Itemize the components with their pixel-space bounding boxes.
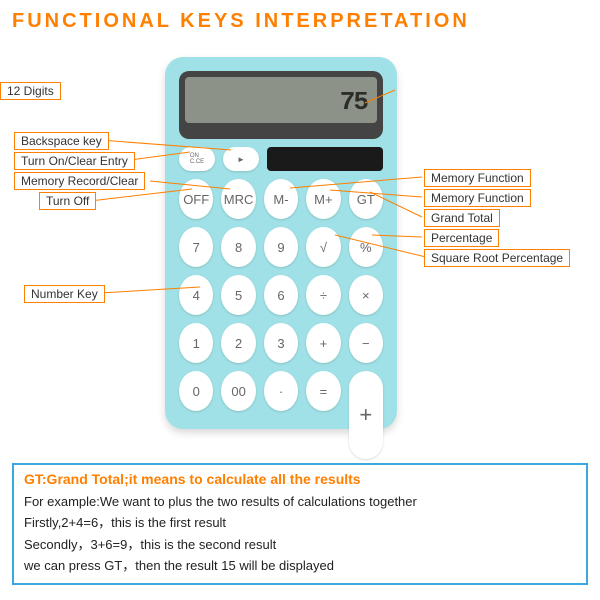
minus-key[interactable]: − — [349, 323, 383, 363]
gt-key[interactable]: GT — [349, 179, 383, 219]
display: 75 — [185, 77, 377, 123]
sqrt-key[interactable]: √ — [306, 227, 340, 267]
divide-key[interactable]: ÷ — [306, 275, 340, 315]
info-l1: For example:We want to plus the two resu… — [24, 491, 576, 512]
num-3[interactable]: 3 — [264, 323, 298, 363]
label-mrc: Memory Record/Clear — [14, 172, 145, 190]
label-mem1: Memory Function — [424, 169, 531, 187]
info-l4: we can press GT，then the result 15 will … — [24, 555, 576, 576]
num-4[interactable]: 4 — [179, 275, 213, 315]
label-off: Turn Off — [39, 192, 96, 210]
num-2[interactable]: 2 — [221, 323, 255, 363]
page-title: FUNCTIONAL KEYS INTERPRETATION — [0, 0, 600, 37]
label-numkey: Number Key — [24, 285, 105, 303]
plus-large-key[interactable]: + — [349, 371, 383, 459]
num-1[interactable]: 1 — [179, 323, 213, 363]
diagram-stage: 75 ON C.CE ► OFF MRC M- M+ GT 7 8 9 √ % … — [0, 37, 600, 457]
num-6[interactable]: 6 — [264, 275, 298, 315]
num-00[interactable]: 00 — [221, 371, 255, 411]
num-7[interactable]: 7 — [179, 227, 213, 267]
label-digits: 12 Digits — [0, 82, 61, 100]
label-onclear: Turn On/Clear Entry — [14, 152, 135, 170]
num-8[interactable]: 8 — [221, 227, 255, 267]
label-mem2: Memory Function — [424, 189, 531, 207]
multiply-key[interactable]: × — [349, 275, 383, 315]
equals-key[interactable]: = — [306, 371, 340, 411]
off-key[interactable]: OFF — [179, 179, 213, 219]
plus-key[interactable]: + — [306, 323, 340, 363]
label-pct: Percentage — [424, 229, 499, 247]
info-box: GT:Grand Total;it means to calculate all… — [12, 463, 588, 585]
solar-panel — [267, 147, 383, 171]
backspace-button[interactable]: ► — [223, 147, 259, 171]
m-plus-key[interactable]: M+ — [306, 179, 340, 219]
on-clear-button[interactable]: ON C.CE — [179, 147, 215, 171]
mrc-key[interactable]: MRC — [221, 179, 255, 219]
decimal-key[interactable]: · — [264, 371, 298, 411]
percent-key[interactable]: % — [349, 227, 383, 267]
num-9[interactable]: 9 — [264, 227, 298, 267]
label-gt: Grand Total — [424, 209, 500, 227]
keypad: OFF MRC M- M+ GT 7 8 9 √ % 4 5 6 ÷ × 1 2… — [179, 179, 383, 459]
num-5[interactable]: 5 — [221, 275, 255, 315]
info-l3: Secondly，3+6=9，this is the second result — [24, 534, 576, 555]
calculator: 75 ON C.CE ► OFF MRC M- M+ GT 7 8 9 √ % … — [165, 57, 397, 429]
lcd-frame: 75 — [179, 71, 383, 139]
label-backspace: Backspace key — [14, 132, 109, 150]
info-l2: Firstly,2+4=6，this is the first result — [24, 512, 576, 533]
info-title: GT:Grand Total;it means to calculate all… — [24, 471, 576, 487]
m-minus-key[interactable]: M- — [264, 179, 298, 219]
num-0[interactable]: 0 — [179, 371, 213, 411]
label-sqrt: Square Root Percentage — [424, 249, 570, 267]
